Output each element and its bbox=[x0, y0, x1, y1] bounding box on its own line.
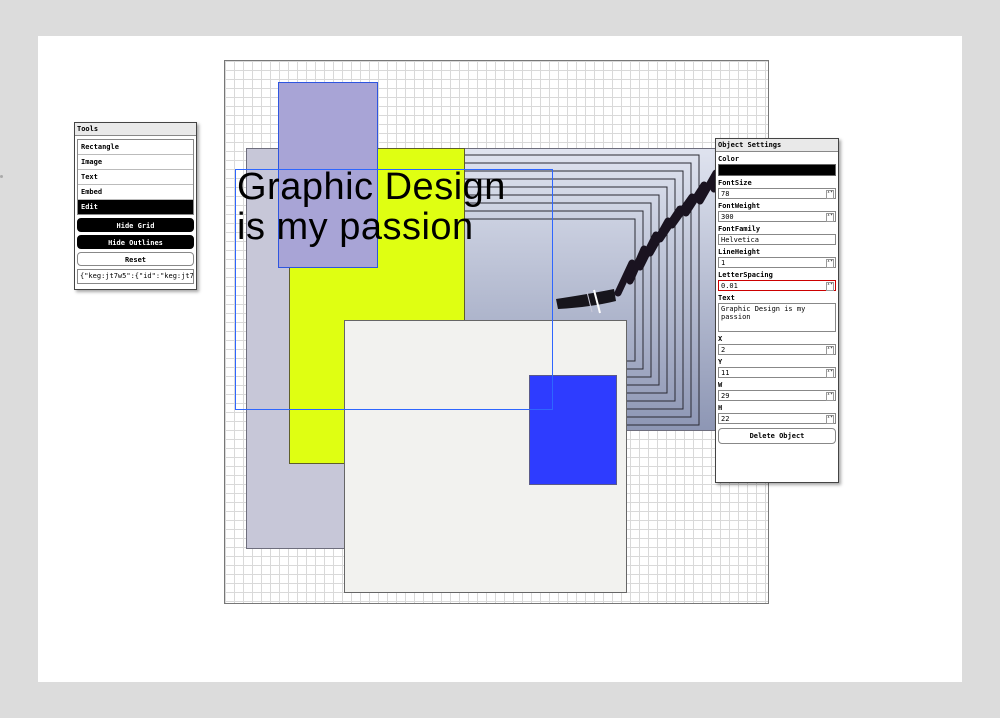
letterspacing-label: LetterSpacing bbox=[718, 271, 773, 279]
x-value: 2 bbox=[721, 346, 726, 354]
tool-image[interactable]: Image bbox=[78, 155, 193, 170]
fontweight-input[interactable]: 300 ▴▾ bbox=[718, 211, 836, 222]
w-input[interactable]: 29 ▴▾ bbox=[718, 390, 836, 401]
x-label: X bbox=[718, 335, 723, 343]
fontweight-label: FontWeight bbox=[718, 202, 761, 210]
y-label: Y bbox=[718, 358, 723, 366]
tool-text[interactable]: Text bbox=[78, 170, 193, 185]
delete-object-button[interactable]: Delete Object bbox=[718, 428, 836, 444]
fontweight-value: 300 bbox=[721, 213, 734, 221]
tools-panel-title: Tools bbox=[75, 123, 196, 136]
w-label: W bbox=[718, 381, 723, 389]
hide-grid-button[interactable]: Hide Grid bbox=[77, 218, 194, 232]
color-swatch[interactable] bbox=[718, 164, 836, 176]
hide-outlines-button[interactable]: Hide Outlines bbox=[77, 235, 194, 249]
letterspacing-spinner-icon[interactable]: ▴▾ bbox=[826, 282, 834, 291]
fontsize-input[interactable]: 78 ▴▾ bbox=[718, 188, 836, 199]
h-value: 22 bbox=[721, 415, 730, 423]
h-spinner-icon[interactable]: ▴▾ bbox=[826, 415, 834, 424]
tool-rectangle[interactable]: Rectangle bbox=[78, 140, 193, 155]
fontfamily-input[interactable]: Helvetica bbox=[718, 234, 836, 245]
object-settings-panel: Object Settings Color FontSize 78 ▴▾ Fon… bbox=[715, 138, 839, 483]
side-marker bbox=[0, 175, 3, 178]
h-input[interactable]: 22 ▴▾ bbox=[718, 413, 836, 424]
fontsize-label: FontSize bbox=[718, 179, 752, 187]
settings-panel-title: Object Settings bbox=[716, 139, 838, 152]
tools-panel: Tools Rectangle Image Text Embed Edit Hi… bbox=[74, 122, 197, 290]
y-input[interactable]: 11 ▴▾ bbox=[718, 367, 836, 378]
fontfamily-value: Helvetica bbox=[721, 236, 759, 244]
h-label: H bbox=[718, 404, 723, 412]
fontsize-spinner-icon[interactable]: ▴▾ bbox=[826, 190, 834, 199]
letterspacing-value: 0.01 bbox=[721, 282, 738, 290]
state-json-field[interactable]: {"keg:jt7w5":{"id":"keg:jt7w5T","t bbox=[77, 269, 194, 284]
y-value: 11 bbox=[721, 369, 730, 377]
tool-list: Rectangle Image Text Embed Edit bbox=[77, 139, 194, 215]
tool-embed[interactable]: Embed bbox=[78, 185, 193, 200]
lineheight-label: LineHeight bbox=[718, 248, 761, 256]
fontweight-spinner-icon[interactable]: ▴▾ bbox=[826, 213, 834, 222]
lineheight-spinner-icon[interactable]: ▴▾ bbox=[826, 259, 834, 268]
lineheight-input[interactable]: 1 ▴▾ bbox=[718, 257, 836, 268]
x-spinner-icon[interactable]: ▴▾ bbox=[826, 346, 834, 355]
text-textarea[interactable]: Graphic Design is my passion bbox=[718, 303, 836, 332]
text-label: Text bbox=[718, 294, 735, 302]
canvas-artboard[interactable]: Graphic Design is my passion bbox=[224, 60, 769, 604]
text-textarea-value: Graphic Design is my passion bbox=[721, 305, 806, 321]
tool-edit[interactable]: Edit bbox=[78, 200, 193, 214]
letterspacing-input[interactable]: 0.01 ▴▾ bbox=[718, 280, 836, 291]
w-spinner-icon[interactable]: ▴▾ bbox=[826, 392, 834, 401]
fontsize-value: 78 bbox=[721, 190, 730, 198]
w-value: 29 bbox=[721, 392, 730, 400]
fontfamily-label: FontFamily bbox=[718, 225, 761, 233]
x-input[interactable]: 2 ▴▾ bbox=[718, 344, 836, 355]
text-object-content: Graphic Design is my passion bbox=[237, 166, 506, 248]
lineheight-value: 1 bbox=[721, 259, 726, 267]
color-label: Color bbox=[718, 155, 740, 163]
reset-button[interactable]: Reset bbox=[77, 252, 194, 266]
y-spinner-icon[interactable]: ▴▾ bbox=[826, 369, 834, 378]
text-object[interactable]: Graphic Design is my passion bbox=[235, 166, 553, 410]
